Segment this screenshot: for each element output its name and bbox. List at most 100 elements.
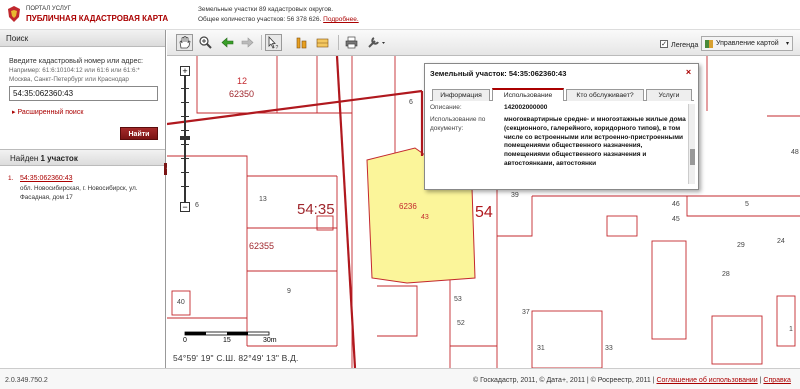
- parcel-number-label: 46: [672, 201, 680, 208]
- footer: 2.0.349.750.2 © Госкадастр, 2011, © Дата…: [0, 368, 800, 389]
- parcel-boundary: [377, 285, 418, 337]
- select-info-icon[interactable]: ?: [265, 34, 282, 51]
- parcel-number-label: 40: [177, 299, 185, 306]
- parcel-number-label: 37: [522, 309, 530, 316]
- tab-services[interactable]: Услуги: [646, 89, 692, 101]
- parcel-number-label: 39: [511, 192, 519, 199]
- layers-icon: [705, 40, 713, 48]
- usage-label: Использование по документу:: [430, 116, 486, 132]
- result-link[interactable]: 54:35:062360:43: [20, 175, 73, 182]
- found-prefix: Найден: [10, 154, 41, 163]
- zoom-tick: [181, 102, 189, 103]
- found-count: 1 участок: [40, 154, 78, 163]
- toolbar-divider: [338, 35, 339, 50]
- parcel-boundary: [606, 215, 638, 237]
- parcel-number-label: 53: [454, 296, 462, 303]
- results-heading: Найден 1 участок: [0, 149, 165, 166]
- scale-label-0: 0: [183, 337, 187, 344]
- popup-content: Описание: 142002000000 Использование по …: [430, 104, 688, 184]
- parcel-boundary: [167, 155, 248, 346]
- parcel-number-label: 6: [195, 202, 199, 209]
- info-line-1: Земельные участки 89 кадастровых округов…: [198, 6, 334, 13]
- tab-info[interactable]: Информация: [432, 89, 490, 101]
- parcel-boundary: [711, 315, 763, 365]
- map-toolbar: ? ✓ Легенда Управление картой ▾: [167, 30, 800, 56]
- parcel-number-label: 6236: [399, 202, 417, 211]
- help-link[interactable]: Справка: [763, 377, 790, 384]
- parcel-number-label: 45: [672, 216, 680, 223]
- tab-usage[interactable]: Использование: [492, 88, 564, 101]
- pan-hand-icon[interactable]: [176, 34, 193, 51]
- popup-scrollbar[interactable]: [688, 104, 695, 184]
- copyright-text: © Госкадастр, 2011, © Дата+, 2011 | © Ро…: [473, 377, 655, 384]
- parcel-boundary: [497, 196, 533, 237]
- search-examples: Например: 61:6:10104:12 или 61:6 или 61:…: [9, 66, 164, 84]
- zoom-tick: [181, 116, 189, 117]
- cursor-coordinates: 54°59' 19" С.Ш. 82°49' 13" В.Д.: [173, 353, 299, 363]
- search-example-1: Например: 61:6:10104:12 или 61:6 или 61:…: [9, 67, 140, 74]
- map-control-dropdown[interactable]: Управление картой ▾: [701, 36, 793, 51]
- zoom-slider-thumb[interactable]: [180, 136, 190, 140]
- copyright: © Госкадастр, 2011, © Дата+, 2011 | © Ро…: [473, 377, 791, 384]
- description-value: 142002000000: [504, 104, 548, 111]
- zoom-out-button[interactable]: −: [180, 202, 190, 212]
- zoom-in-button[interactable]: +: [180, 66, 190, 76]
- svg-text:?: ?: [276, 45, 279, 50]
- search-example-2: Москва, Санкт-Петербург или Краснодар: [9, 76, 129, 83]
- portal-title[interactable]: ПУБЛИЧНАЯ КАДАСТРОВАЯ КАРТА: [26, 14, 168, 23]
- parcel-boundary: [686, 196, 800, 217]
- search-prompt: Введите кадастровый номер или адрес:: [9, 56, 144, 65]
- parcel-number-label: 24: [777, 238, 785, 245]
- measure-height-icon[interactable]: [293, 34, 310, 51]
- parcel-number-label: 54:35: [297, 201, 335, 218]
- parcel-number-label: 6: [409, 99, 413, 106]
- tab-who-serves[interactable]: Кто обслуживает?: [566, 89, 644, 101]
- measure-area-icon[interactable]: [314, 34, 331, 51]
- forward-arrow-icon[interactable]: [239, 34, 256, 51]
- parcel-number-label: 13: [259, 196, 267, 203]
- portal-name: ПОРТАЛ УСЛУГ: [26, 6, 71, 12]
- parcel-boundary: [776, 295, 796, 347]
- map-control-label: Управление картой: [716, 40, 779, 47]
- zoom-tick: [181, 130, 189, 131]
- terms-link[interactable]: Соглашение об использовании: [656, 377, 757, 384]
- tools-wrench-icon[interactable]: [365, 34, 389, 51]
- header: ПОРТАЛ УСЛУГ ПУБЛИЧНАЯ КАДАСТРОВАЯ КАРТА…: [0, 0, 800, 30]
- parcel-number-label: 9: [287, 288, 291, 295]
- info-line-2: Общее количество участков: 56 378 626.: [198, 16, 322, 23]
- zoom-tick: [181, 144, 189, 145]
- version-label: 2.0.349.750.2: [5, 377, 48, 384]
- print-icon[interactable]: [343, 34, 360, 51]
- zoom-to-area-icon[interactable]: [197, 34, 214, 51]
- advanced-search-label: Расширенный поиск: [17, 109, 84, 116]
- legend-label: Легенда: [671, 40, 699, 49]
- usage-value: многоквартирные средне- и многоэтажные ж…: [504, 116, 686, 167]
- parcel-number-label: 43: [421, 214, 429, 221]
- zoom-control: + −: [180, 66, 190, 212]
- parcel-number-label: 48: [791, 149, 799, 156]
- chevron-down-icon: ▾: [785, 41, 789, 47]
- scale-label-30: 30m: [263, 337, 277, 344]
- search-heading: Поиск: [0, 30, 165, 47]
- header-info: Земельные участки 89 кадастровых округов…: [198, 5, 359, 25]
- parcel-number-label: 52: [457, 320, 465, 327]
- parcel-number-label: 1: [789, 326, 793, 333]
- parcel-number-label: 31: [537, 345, 545, 352]
- result-address-line-2: Фасадная, дом 17: [20, 194, 73, 201]
- advanced-search-link[interactable]: ▸ Расширенный поиск: [12, 108, 83, 116]
- zoom-tick: [181, 158, 189, 159]
- parcel-number-label: 28: [722, 271, 730, 278]
- parcel-number-label: 62350: [229, 89, 255, 99]
- legend-checkbox[interactable]: ✓: [660, 40, 668, 48]
- scale-label-15: 15: [223, 337, 231, 344]
- find-button[interactable]: Найти: [120, 127, 158, 140]
- search-input[interactable]: 54:35:062360:43: [9, 86, 158, 101]
- toolbar-divider: [261, 35, 262, 50]
- more-link[interactable]: Подробнее.: [323, 16, 359, 23]
- close-icon[interactable]: ×: [684, 68, 693, 77]
- quarter-boundary: [167, 89, 423, 126]
- description-label: Описание:: [430, 104, 462, 111]
- scrollbar-thumb[interactable]: [690, 149, 695, 165]
- back-arrow-icon[interactable]: [219, 34, 236, 51]
- zoom-tick: [181, 172, 189, 173]
